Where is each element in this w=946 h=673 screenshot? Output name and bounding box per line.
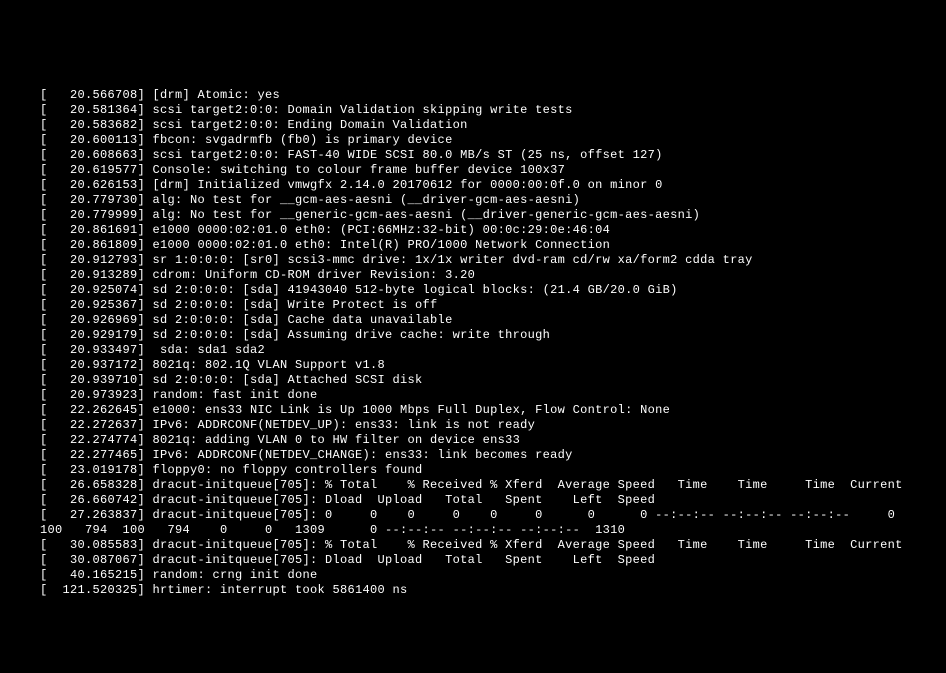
log-line: [ 20.608663] scsi target2:0:0: FAST-40 W… bbox=[40, 148, 946, 163]
log-line: [ 20.925367] sd 2:0:0:0: [sda] Write Pro… bbox=[40, 298, 946, 313]
log-line: [ 20.581364] scsi target2:0:0: Domain Va… bbox=[40, 103, 946, 118]
log-line: [ 40.165215] random: crng init done bbox=[40, 568, 946, 583]
log-line: [ 20.626153] [drm] Initialized vmwgfx 2.… bbox=[40, 178, 946, 193]
log-line: [ 22.272637] IPv6: ADDRCONF(NETDEV_UP): … bbox=[40, 418, 946, 433]
log-line: [ 30.087067] dracut-initqueue[705]: Dloa… bbox=[40, 553, 946, 568]
boot-console-output: [ 20.566708] [drm] Atomic: yes[ 20.58136… bbox=[40, 88, 946, 598]
log-line: [ 20.861691] e1000 0000:02:01.0 eth0: (P… bbox=[40, 223, 946, 238]
log-line: [ 20.619577] Console: switching to colou… bbox=[40, 163, 946, 178]
log-line: [ 20.566708] [drm] Atomic: yes bbox=[40, 88, 946, 103]
log-line: [ 121.520325] hrtimer: interrupt took 58… bbox=[40, 583, 946, 598]
log-line: [ 20.937172] 8021q: 802.1Q VLAN Support … bbox=[40, 358, 946, 373]
log-line: [ 22.262645] e1000: ens33 NIC Link is Up… bbox=[40, 403, 946, 418]
log-line: [ 20.779999] alg: No test for __generic-… bbox=[40, 208, 946, 223]
log-line: [ 20.929179] sd 2:0:0:0: [sda] Assuming … bbox=[40, 328, 946, 343]
log-line: [ 20.779730] alg: No test for __gcm-aes-… bbox=[40, 193, 946, 208]
log-line: [ 20.939710] sd 2:0:0:0: [sda] Attached … bbox=[40, 373, 946, 388]
log-line: [ 20.861809] e1000 0000:02:01.0 eth0: In… bbox=[40, 238, 946, 253]
log-line: [ 23.019178] floppy0: no floppy controll… bbox=[40, 463, 946, 478]
log-line: [ 30.085583] dracut-initqueue[705]: % To… bbox=[40, 538, 946, 553]
log-line: [ 22.274774] 8021q: adding VLAN 0 to HW … bbox=[40, 433, 946, 448]
log-line: [ 22.277465] IPv6: ADDRCONF(NETDEV_CHANG… bbox=[40, 448, 946, 463]
log-line: 100 794 100 794 0 0 1309 0 --:--:-- --:-… bbox=[40, 523, 946, 538]
log-line: [ 26.660742] dracut-initqueue[705]: Dloa… bbox=[40, 493, 946, 508]
log-line: [ 20.600113] fbcon: svgadrmfb (fb0) is p… bbox=[40, 133, 946, 148]
log-line: [ 20.583682] scsi target2:0:0: Ending Do… bbox=[40, 118, 946, 133]
log-line: [ 20.925074] sd 2:0:0:0: [sda] 41943040 … bbox=[40, 283, 946, 298]
log-line: [ 20.926969] sd 2:0:0:0: [sda] Cache dat… bbox=[40, 313, 946, 328]
log-line: [ 26.658328] dracut-initqueue[705]: % To… bbox=[40, 478, 946, 493]
log-line: [ 27.263837] dracut-initqueue[705]: 0 0 … bbox=[40, 508, 946, 523]
log-line: [ 20.912793] sr 1:0:0:0: [sr0] scsi3-mmc… bbox=[40, 253, 946, 268]
log-line: [ 20.933497] sda: sda1 sda2 bbox=[40, 343, 946, 358]
log-line: [ 20.973923] random: fast init done bbox=[40, 388, 946, 403]
log-line: [ 20.913289] cdrom: Uniform CD-ROM drive… bbox=[40, 268, 946, 283]
